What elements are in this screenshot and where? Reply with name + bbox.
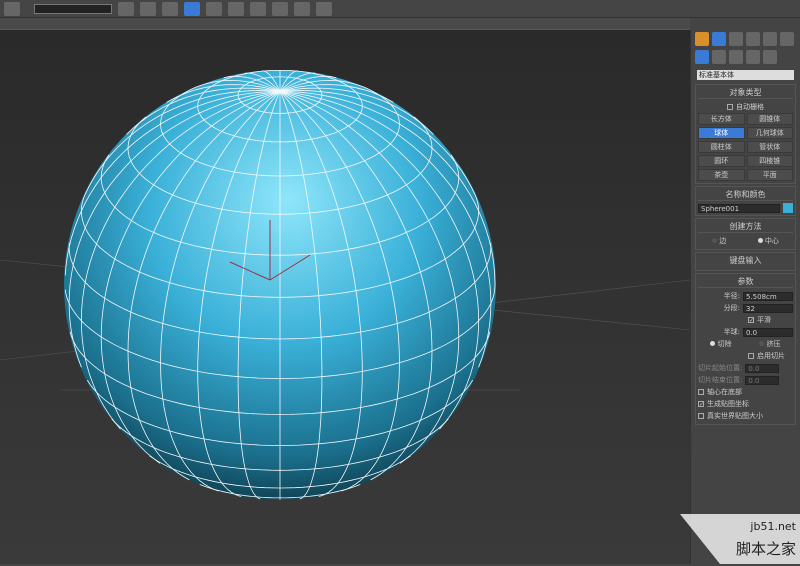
mirror-icon[interactable]	[118, 1, 134, 16]
hemisphere-label: 半球:	[723, 328, 740, 336]
slice-to-label: 切片结束位置:	[698, 376, 743, 384]
geometry-icon[interactable]	[695, 50, 709, 64]
category-dropdown[interactable]: 标准基本体	[697, 70, 794, 80]
layer-icon[interactable]	[162, 1, 178, 16]
object-color-swatch[interactable]	[783, 203, 793, 213]
create-tab-icon[interactable]	[695, 32, 709, 46]
render-frame-icon[interactable]	[294, 1, 310, 16]
object-type-button[interactable]: 平面	[746, 169, 793, 181]
schematic-icon[interactable]	[228, 1, 244, 16]
create-subtabs	[691, 48, 800, 66]
pen-icon[interactable]	[4, 1, 20, 16]
parameters-rollout: 参数 半径: 5.508cm 分段: 32 ✓ 平滑 半球: 0.0 切除 挤压 启用切…	[695, 273, 796, 425]
command-panel: 标准基本体 对象类型 自动栅格 长方体 圆锥体 球体 几何球体 圆柱体 管状体 圆环 四棱锥茶…	[690, 30, 800, 564]
base-to-pivot-label: 轴心在底部	[707, 388, 742, 396]
chop-radio[interactable]	[710, 341, 716, 346]
object-type-button[interactable]: 茶壶	[698, 169, 745, 181]
slice-to-input[interactable]: 0.0	[745, 375, 780, 385]
rollout-title[interactable]: 键盘输入	[698, 255, 793, 266]
watermark-name: 脚本之家	[735, 540, 796, 558]
slice-from-label: 切片起始位置:	[698, 364, 743, 372]
modify-tab-icon[interactable]	[712, 32, 726, 46]
object-type-rollout: 对象类型 自动栅格 长方体 圆锥体 球体 几何球体 圆柱体 管状体 圆环 四棱锥 茶壶 平面	[695, 84, 796, 184]
render-icon[interactable]	[316, 1, 332, 16]
edge-radio[interactable]	[712, 238, 718, 243]
segments-label: 分段:	[723, 304, 740, 312]
autogrid-label: 自动栅格	[736, 103, 764, 111]
object-type-button[interactable]: 四棱锥	[746, 155, 793, 167]
radius-input[interactable]: 5.508cm	[743, 291, 793, 301]
object-name-input[interactable]: Sphere001	[698, 203, 780, 213]
real-world-checkbox[interactable]	[698, 413, 704, 419]
real-world-label: 真实世界贴图大小	[707, 412, 763, 420]
lights-icon[interactable]	[729, 50, 743, 64]
toolbar-strip	[0, 18, 690, 30]
motion-tab-icon[interactable]	[746, 32, 760, 46]
hierarchy-tab-icon[interactable]	[729, 32, 743, 46]
helpers-icon[interactable]	[763, 50, 777, 64]
utilities-tab-icon[interactable]	[780, 32, 794, 46]
curve-editor-icon[interactable]	[206, 1, 222, 16]
watermark: jb51.net 脚本之家	[680, 514, 800, 564]
scene-explorer-icon[interactable]	[184, 1, 200, 16]
squash-label: 挤压	[766, 340, 781, 348]
smooth-checkbox[interactable]: ✓	[748, 317, 754, 324]
edge-label: 边	[719, 237, 727, 245]
center-radio[interactable]	[757, 238, 763, 243]
align-icon[interactable]	[140, 1, 156, 16]
watermark-site: jb51.net	[750, 520, 796, 533]
object-type-button[interactable]: 几何球体	[746, 127, 793, 139]
center-label: 中心	[764, 237, 779, 245]
display-tab-icon[interactable]	[763, 32, 777, 46]
sphere-render	[0, 70, 691, 500]
named-selection-dropdown[interactable]	[34, 3, 112, 14]
hemisphere-input[interactable]: 0.0	[743, 327, 793, 337]
keyboard-entry-rollout[interactable]: 键盘输入	[695, 252, 796, 271]
slice-from-input[interactable]: 0.0	[745, 363, 780, 373]
object-type-button[interactable]: 圆环	[698, 155, 745, 167]
object-type-button[interactable]: 圆柱体	[698, 141, 745, 153]
segments-input[interactable]: 32	[743, 303, 793, 313]
render-setup-icon[interactable]	[272, 1, 288, 16]
cameras-icon[interactable]	[746, 50, 760, 64]
rollout-title[interactable]: 对象类型	[698, 87, 793, 99]
smooth-label: 平滑	[757, 316, 771, 324]
chop-label: 切除	[717, 340, 732, 348]
base-to-pivot-checkbox[interactable]	[698, 389, 704, 395]
rollout-title[interactable]: 参数	[698, 276, 793, 288]
object-type-button[interactable]: 管状体	[746, 141, 793, 153]
gen-map-label: 生成贴图坐标	[707, 400, 749, 408]
object-type-button[interactable]: 圆锥体	[746, 113, 793, 125]
creation-method-rollout: 创建方法 边 中心	[695, 218, 796, 250]
main-toolbar	[0, 0, 800, 18]
command-tabs	[691, 30, 800, 48]
perspective-viewport[interactable]	[0, 30, 691, 564]
gen-map-checkbox[interactable]: ✓	[698, 401, 704, 408]
rollout-title[interactable]: 创建方法	[698, 221, 793, 233]
shapes-icon[interactable]	[712, 50, 726, 64]
radius-label: 半径:	[723, 292, 740, 300]
rollout-title[interactable]: 名称和颜色	[698, 189, 793, 201]
name-color-rollout: 名称和颜色 Sphere001	[695, 186, 796, 216]
slice-on-label: 启用切片	[757, 352, 785, 360]
object-type-button[interactable]: 球体	[698, 127, 745, 139]
squash-radio[interactable]	[759, 341, 765, 346]
slice-on-checkbox[interactable]	[748, 353, 754, 359]
object-type-button[interactable]: 长方体	[698, 113, 745, 125]
material-editor-icon[interactable]	[250, 1, 266, 16]
autogrid-checkbox[interactable]	[727, 104, 733, 110]
